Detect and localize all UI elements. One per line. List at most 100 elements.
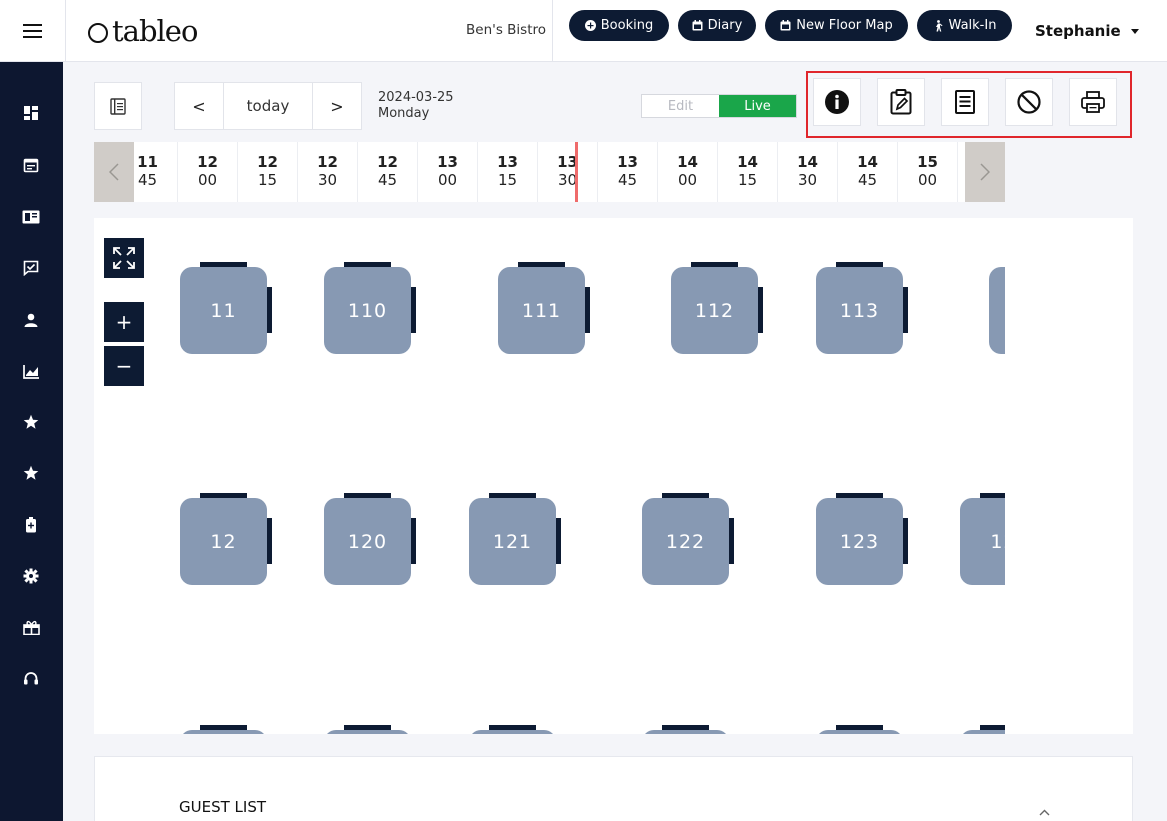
table-number: 120	[324, 498, 411, 585]
floor-table[interactable]: 120	[324, 493, 416, 585]
floor-table[interactable]: 122	[642, 493, 734, 585]
floor-table[interactable]	[642, 725, 730, 734]
table-body	[642, 730, 729, 734]
collapse-button[interactable]	[1039, 801, 1050, 820]
chat-check-icon	[23, 260, 39, 276]
floor-table[interactable]	[469, 725, 557, 734]
new-floor-map-label: New Floor Map	[796, 18, 893, 33]
floor-map-icon	[22, 210, 40, 224]
slot-minute: 15	[497, 171, 518, 189]
menu-button[interactable]	[0, 0, 66, 62]
today-button[interactable]: today	[223, 83, 313, 129]
booking-button[interactable]: Booking	[569, 10, 669, 41]
walk-in-button[interactable]: Walk-In	[917, 10, 1012, 41]
time-slot[interactable]: 13 30	[538, 142, 598, 202]
table-body	[180, 730, 267, 734]
table-number: 110	[324, 267, 411, 354]
time-slot[interactable]: 13 00	[418, 142, 478, 202]
floor-table[interactable]: 110	[324, 262, 416, 354]
sidebar-item-reviews[interactable]	[20, 411, 42, 433]
slot-minute: 00	[197, 171, 218, 189]
edit-mode-button[interactable]: Edit	[642, 95, 719, 117]
time-slot[interactable]: 14 00	[658, 142, 718, 202]
floor-table[interactable]	[324, 725, 412, 734]
time-slot[interactable]: 15 00	[898, 142, 958, 202]
chevron-up-icon	[1039, 809, 1050, 816]
time-slot[interactable]: 11 45	[118, 142, 178, 202]
sidebar-item-floor-map[interactable]	[20, 206, 42, 228]
slot-hour: 14	[857, 153, 878, 171]
sidebar-item-gift-cards[interactable]	[20, 616, 42, 638]
time-slot[interactable]: 13 15	[478, 142, 538, 202]
sidebar-item-diary[interactable]	[20, 154, 42, 176]
diary-button[interactable]: Diary	[678, 10, 756, 41]
prev-day-button[interactable]: <	[175, 83, 223, 129]
floor-table[interactable]: 111	[498, 262, 590, 354]
new-floor-map-button[interactable]: New Floor Map	[765, 10, 908, 41]
slot-minute: 00	[437, 171, 458, 189]
sidebar-item-loyalty[interactable]	[20, 462, 42, 484]
sidebar-item-credits[interactable]	[20, 514, 42, 536]
sidebar-item-dashboard[interactable]	[20, 102, 42, 124]
sidebar-item-reports[interactable]	[20, 360, 42, 382]
floor-table[interactable]: 112	[671, 262, 763, 354]
floor-table[interactable]: 121	[469, 493, 561, 585]
chair-side	[585, 287, 590, 333]
guest-list-title[interactable]: GUEST LIST	[179, 798, 266, 816]
table-number: 12	[180, 498, 267, 585]
floor-table[interactable]: 12	[180, 493, 272, 585]
calendar-icon	[780, 20, 791, 31]
sidebar-item-guests[interactable]	[20, 309, 42, 331]
user-menu[interactable]: Stephanie	[1035, 22, 1139, 40]
table-number: 113	[816, 267, 903, 354]
zoom-in-button[interactable]: +	[104, 302, 144, 342]
sidebar-item-feedback[interactable]	[20, 257, 42, 279]
floor-table[interactable]	[816, 725, 904, 734]
slot-hour: 15	[917, 153, 938, 171]
slot-hour: 13	[617, 153, 638, 171]
time-slot[interactable]: 12 00	[178, 142, 238, 202]
fullscreen-button[interactable]	[104, 238, 144, 278]
chair-side	[267, 287, 272, 333]
zoom-out-button[interactable]: −	[104, 346, 144, 386]
list-view-button[interactable]	[94, 82, 142, 130]
time-slot[interactable]: 14 15	[718, 142, 778, 202]
slot-hour: 14	[797, 153, 818, 171]
table-number: 11	[180, 267, 267, 354]
slot-hour: 12	[197, 153, 218, 171]
table-body	[469, 730, 556, 734]
table-number: 111	[498, 267, 585, 354]
table-number: 122	[642, 498, 729, 585]
time-slot[interactable]: 14 30	[778, 142, 838, 202]
time-slot[interactable]: 13 45	[598, 142, 658, 202]
time-slot[interactable]: 12 45	[358, 142, 418, 202]
time-slot[interactable]: 12 30	[298, 142, 358, 202]
table-number: 112	[671, 267, 758, 354]
time-slider: 11 45 12 00 12 15 12 30 12 45 13 00 13 15 13 30 …	[94, 142, 1005, 202]
app-logo[interactable]: tableo	[88, 14, 198, 48]
sidebar-item-settings[interactable]	[20, 565, 42, 587]
slot-hour: 13	[437, 153, 458, 171]
walking-person-icon	[933, 19, 944, 31]
venue-name[interactable]: Ben's Bistro	[466, 22, 546, 38]
floor-table[interactable]: 123	[816, 493, 908, 585]
list-view-icon	[110, 97, 126, 115]
slot-hour: 12	[377, 153, 398, 171]
date-navigation: < today >	[174, 82, 362, 130]
next-day-button[interactable]: >	[313, 83, 361, 129]
sidebar-item-support[interactable]	[20, 668, 42, 690]
current-date[interactable]: 2024-03-25 Monday	[378, 90, 454, 122]
time-slot[interactable]: 12 15	[238, 142, 298, 202]
live-mode-button[interactable]: Live	[719, 95, 796, 117]
booking-label: Booking	[600, 18, 654, 33]
time-slot[interactable]: 14 45	[838, 142, 898, 202]
slot-minute: 30	[557, 171, 578, 189]
chair-side	[411, 287, 416, 333]
timeline-next-button[interactable]	[965, 142, 1005, 202]
floor-table[interactable]	[180, 725, 268, 734]
floor-table[interactable]: 113	[816, 262, 908, 354]
floor-plan-canvas[interactable]: + − 11 110 111 112 113 12 120 121 122 12…	[94, 218, 1133, 734]
floor-table[interactable]: 11	[180, 262, 272, 354]
current-time-indicator	[575, 142, 578, 202]
map-viewport-mask	[1005, 218, 1133, 734]
